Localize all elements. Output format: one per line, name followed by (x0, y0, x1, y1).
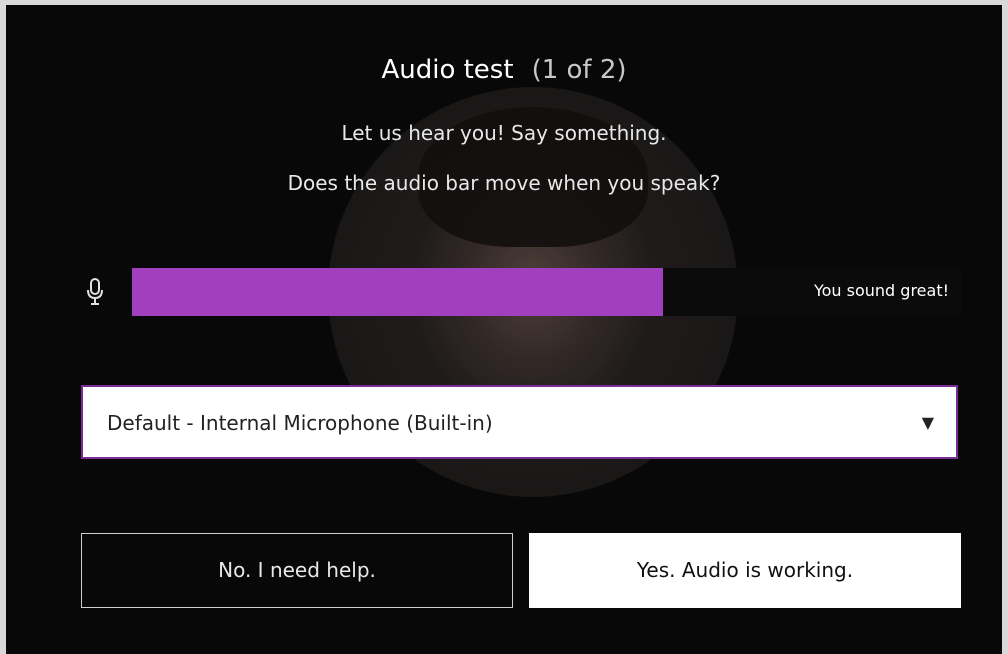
audio-level-meter: You sound great! (132, 268, 961, 316)
dialog-title: Audio test (1 of 2) (6, 55, 1002, 85)
microphone-select[interactable]: Default - Internal Microphone (Built-in)… (81, 385, 958, 459)
audio-test-dialog: Audio test (1 of 2) Let us hear you! Say … (6, 5, 1002, 654)
microphone-select-value: Default - Internal Microphone (Built-in) (107, 411, 493, 435)
microphone-icon (87, 278, 103, 305)
instruction-line-1: Let us hear you! Say something. (341, 121, 667, 145)
instruction-line-2: Does the audio bar move when you speak? (287, 171, 721, 195)
dialog-step-indicator: (1 of 2) (531, 55, 627, 85)
audio-working-button[interactable]: Yes. Audio is working. (529, 533, 961, 608)
audio-level-fill (132, 268, 663, 316)
dropdown-arrow-icon: ▼ (921, 413, 934, 432)
dialog-title-text: Audio test (381, 55, 514, 85)
need-help-button[interactable]: No. I need help. (81, 533, 513, 608)
audio-status-text: You sound great! (813, 281, 949, 300)
